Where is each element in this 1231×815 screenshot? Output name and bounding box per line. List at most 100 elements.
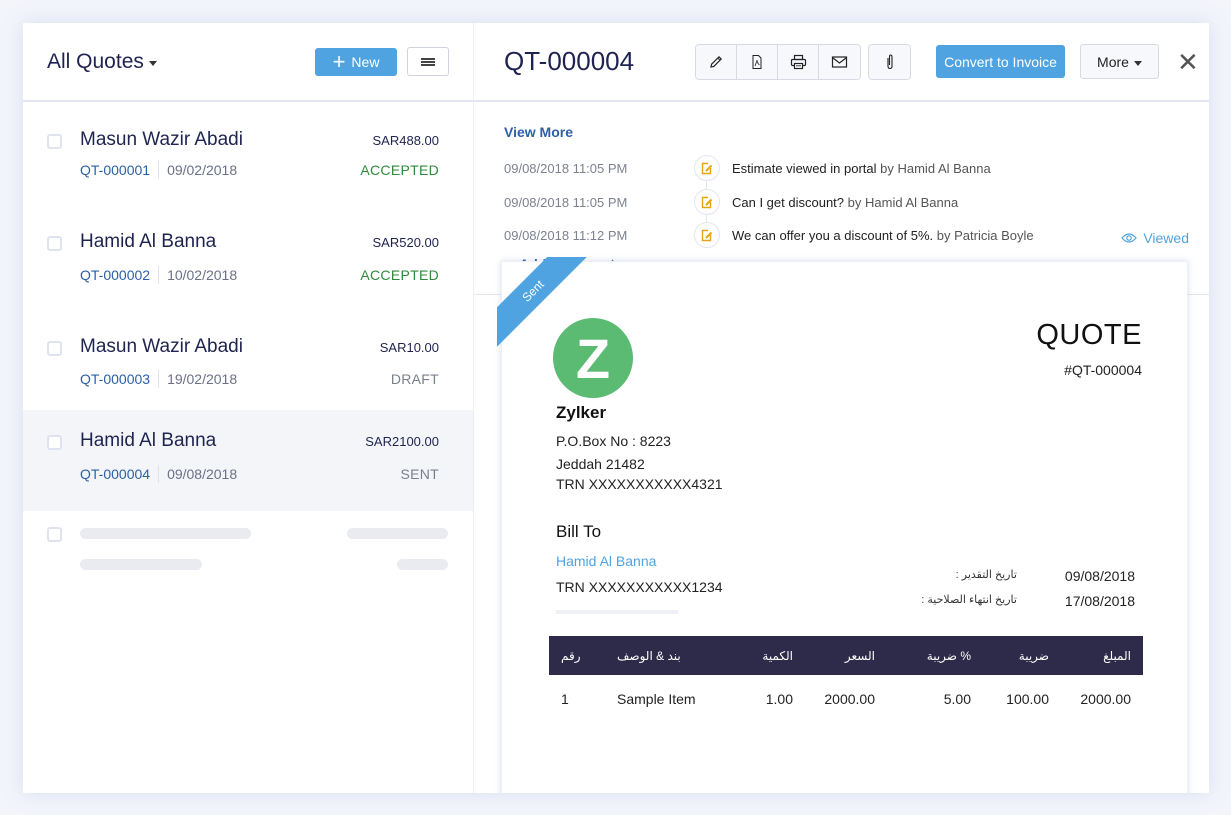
activity-text: Estimate viewed in portal by Hamid Al Ba… [732, 161, 991, 176]
activity-message: Estimate viewed in portal [732, 160, 877, 176]
column-header: الكمية [735, 636, 805, 675]
quote-date: 10/02/2018 [167, 267, 238, 283]
status-badge: ACCEPTED [360, 267, 439, 283]
list-header: All Quotes + New [23, 23, 473, 102]
edit-button[interactable] [696, 44, 737, 79]
org-address-line: P.O.Box No : 8223 [556, 433, 671, 449]
line-items-table: رقم بند & الوصف الكمية السعر ضريبة % ضري… [549, 636, 1143, 723]
email-button[interactable] [819, 44, 860, 79]
activity-entry: 09/08/2018 11:12 PM We can offer you a d… [504, 221, 1034, 249]
customer-name: Hamid Al Banna [80, 430, 217, 451]
activity-timestamp: 09/08/2018 11:05 PM [504, 194, 628, 210]
quote-number: QT-000003 [80, 371, 151, 387]
print-button[interactable] [778, 44, 819, 79]
pdf-icon [752, 54, 762, 69]
divider [158, 370, 160, 388]
row-checkbox[interactable] [47, 435, 62, 450]
plus-icon: + [332, 48, 346, 74]
quote-amount: SAR10.00 [379, 339, 439, 355]
cell-quantity: 1.00 [765, 691, 793, 707]
close-button[interactable]: ✕ [1177, 49, 1199, 75]
quote-number: QT-000001 [80, 162, 151, 178]
divider [556, 610, 678, 614]
quote-date: 19/02/2018 [167, 371, 238, 387]
viewed-label: Viewed [1143, 230, 1189, 246]
print-icon [790, 54, 806, 69]
bill-to-customer-link[interactable]: Hamid Al Banna [556, 553, 656, 569]
skeleton-bar [347, 528, 448, 539]
note-edit-icon [701, 229, 713, 241]
quote-list-pane: All Quotes + New Masun Wazir Abadi SAR488… [23, 23, 474, 793]
eye-icon [1121, 233, 1138, 243]
activity-message: Can I get discount? [732, 194, 845, 210]
viewed-indicator[interactable]: Viewed [1121, 230, 1189, 246]
table-row: 1 Sample Item 1.00 2000.00 5.00 100.00 2… [549, 675, 1143, 723]
note-edit-icon [701, 162, 713, 174]
more-button[interactable]: More [1080, 44, 1159, 79]
date-value: 09/08/2018 [1064, 568, 1135, 584]
quote-list-item[interactable]: Masun Wazir Abadi SAR488.00 QT-000001 09/0… [23, 102, 473, 205]
customer-name: Hamid Al Banna [80, 231, 217, 252]
convert-to-invoice-button[interactable]: Convert to Invoice [936, 45, 1065, 78]
cell-tax: 100.00 [1006, 691, 1049, 707]
action-button-group [695, 43, 861, 80]
cell-number: 1 [561, 691, 569, 707]
column-header: ضريبة [983, 636, 1061, 675]
column-header: ضريبة % [887, 636, 983, 675]
logo-letter: Z [575, 326, 611, 390]
row-checkbox[interactable] [47, 236, 62, 251]
new-label: New [351, 53, 380, 70]
detail-header: QT-000004 Convert to Invoice More ✕ [474, 23, 1209, 102]
document-heading: QUOTE [1036, 319, 1142, 351]
quote-list-item[interactable]: Hamid Al Banna SAR520.00 QT-000002 10/02/2… [23, 205, 473, 308]
skeleton-bar [397, 559, 448, 570]
quote-number: QT-000004 [80, 466, 151, 482]
divider [158, 161, 160, 179]
skeleton-bar [80, 528, 251, 539]
activity-text: Can I get discount? by Hamid Al Banna [732, 195, 958, 210]
activity-marker [694, 155, 720, 181]
hamburger-icon [421, 57, 435, 66]
date-value: 17/08/2018 [1064, 593, 1135, 609]
loading-placeholder-row [23, 511, 473, 581]
view-title: All Quotes [47, 49, 144, 73]
customer-name: Masun Wazir Abadi [80, 336, 243, 357]
list-menu-button[interactable] [407, 47, 449, 76]
quote-number: QT-000002 [80, 267, 151, 283]
mail-icon [831, 55, 848, 68]
bill-to-trn: TRN XXXXXXXXXXX1234 [556, 579, 723, 595]
activity-text: We can offer you a discount of 5%. by Pa… [732, 228, 1034, 243]
row-checkbox[interactable] [47, 134, 62, 149]
quote-list-item-selected[interactable]: Hamid Al Banna SAR2100.00 QT-000004 09/08/… [23, 410, 473, 511]
view-more-link[interactable]: View More [504, 124, 573, 140]
company-logo: Z [553, 318, 633, 398]
caret-down-icon [148, 61, 157, 66]
column-header: بند & الوصف [605, 636, 735, 675]
pdf-button[interactable] [737, 44, 778, 79]
quote-amount: SAR488.00 [372, 132, 440, 148]
row-checkbox[interactable] [47, 341, 62, 356]
attach-button[interactable] [869, 44, 910, 79]
view-selector[interactable]: All Quotes [47, 50, 157, 74]
quote-amount: SAR520.00 [372, 234, 440, 250]
bill-to-label: Bill To [556, 522, 602, 541]
row-checkbox [47, 527, 62, 542]
more-label: More [1097, 53, 1129, 70]
customer-name: Masun Wazir Abadi [80, 129, 243, 150]
column-header: رقم [549, 636, 605, 675]
quote-list-item[interactable]: Masun Wazir Abadi SAR10.00 QT-000003 19/02… [23, 308, 473, 410]
activity-message: We can offer you a discount of 5%. [732, 227, 934, 243]
divider [158, 465, 160, 483]
table-header-row: رقم بند & الوصف الكمية السعر ضريبة % ضري… [549, 636, 1143, 675]
activity-timestamp: 09/08/2018 11:05 PM [504, 160, 628, 176]
skeleton-bar [80, 559, 202, 570]
cell-rate: 2000.00 [824, 691, 875, 707]
new-quote-button[interactable]: + New [315, 47, 397, 76]
activity-timestamp: 09/08/2018 11:12 PM [504, 227, 628, 243]
cell-amount: 2000.00 [1080, 691, 1131, 707]
note-edit-icon [701, 196, 713, 208]
cell-tax-percent: 5.00 [943, 691, 971, 707]
caret-down-icon [1133, 61, 1142, 66]
paperclip-icon [886, 53, 893, 69]
status-badge: ACCEPTED [360, 162, 439, 178]
